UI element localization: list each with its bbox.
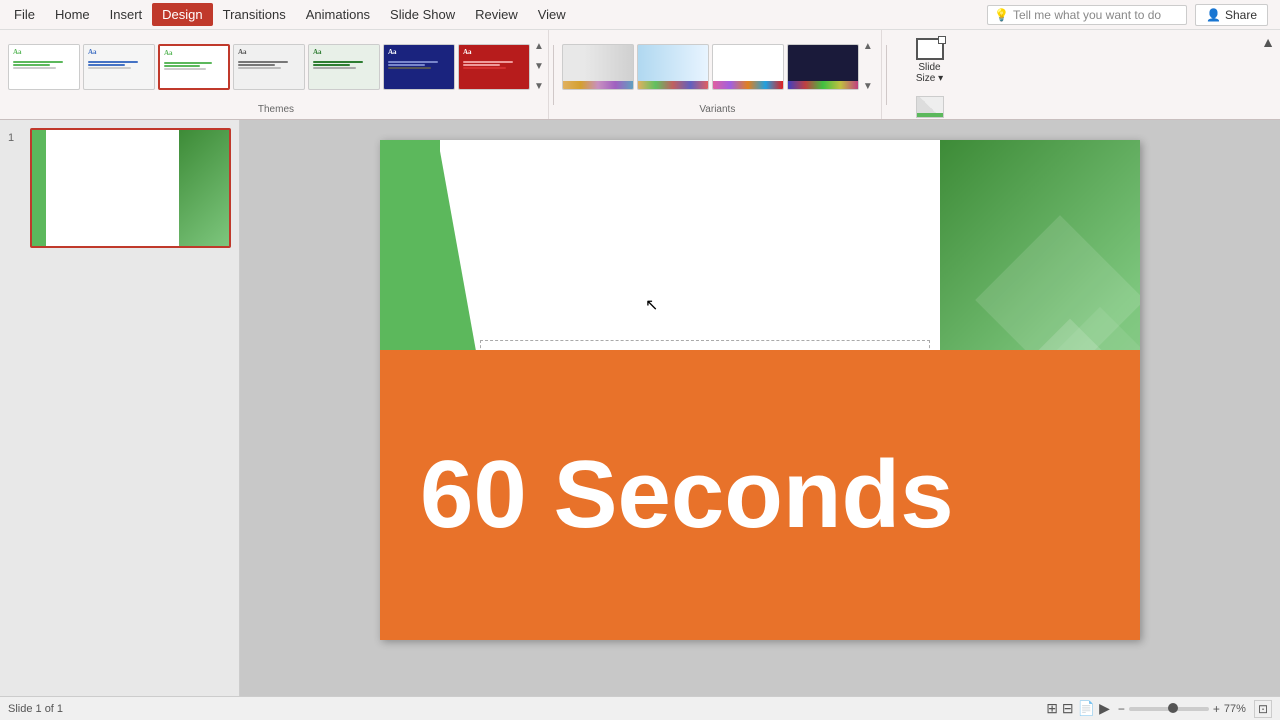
- variant-1[interactable]: [562, 44, 634, 90]
- thumb-green-bar: [32, 130, 46, 246]
- menu-review[interactable]: Review: [465, 3, 528, 26]
- gallery-scroll: ▲ ▼ ▼: [534, 42, 544, 92]
- scroll-more-button[interactable]: ▼: [534, 82, 544, 92]
- zoom-slider[interactable]: [1129, 707, 1209, 711]
- slide-canvas: Click to add title subtitle 60 Seconds: [380, 140, 1140, 640]
- reading-view-button[interactable]: 📄: [1078, 700, 1095, 717]
- variant-gallery: [562, 44, 859, 90]
- menu-animations[interactable]: Animations: [296, 3, 380, 26]
- slide-size-icon: [916, 38, 944, 60]
- zoom-level: 77%: [1224, 703, 1246, 715]
- slide-panel: 1: [0, 120, 240, 720]
- person-icon: 👤: [1206, 8, 1221, 22]
- ribbon-collapse-area: ▲: [1260, 30, 1276, 119]
- slide-item-1[interactable]: 1: [8, 128, 231, 248]
- variants-gallery: ▲ ▼: [562, 34, 873, 100]
- scroll-up-button[interactable]: ▲: [534, 42, 544, 52]
- ribbon-collapse-button[interactable]: ▲: [1260, 34, 1276, 50]
- theme-7[interactable]: Aa: [458, 44, 530, 90]
- search-area: 💡 Tell me what you want to do 👤 Share: [987, 4, 1276, 26]
- slide-number: 1: [8, 128, 24, 144]
- slide-thumb-inner: [32, 130, 229, 246]
- variant-scroll-up[interactable]: ▲: [863, 42, 873, 52]
- orange-overlay: 60 Seconds: [380, 350, 1140, 640]
- share-button[interactable]: 👤 Share: [1195, 4, 1268, 26]
- theme-6[interactable]: Aa: [383, 44, 455, 90]
- themes-label: Themes: [258, 100, 294, 115]
- menu-file[interactable]: File: [4, 3, 45, 26]
- slideshow-button[interactable]: ▶: [1099, 700, 1110, 717]
- menu-bar: File Home Insert Design Transitions Anim…: [0, 0, 1280, 30]
- format-background-bar-icon: [917, 113, 943, 117]
- variant-4[interactable]: [787, 44, 859, 90]
- normal-view-button[interactable]: ⊞: [1046, 700, 1058, 717]
- customize-section: SlideSize ▾ FormatBackground Customize: [891, 30, 972, 119]
- slide-sorter-button[interactable]: ⊟: [1062, 700, 1074, 717]
- menu-transitions[interactable]: Transitions: [213, 3, 296, 26]
- variant-2[interactable]: [637, 44, 709, 90]
- variants-divider: [886, 45, 887, 105]
- canvas-area[interactable]: Click to add title subtitle 60 Seconds ↖: [240, 120, 1280, 720]
- menu-view[interactable]: View: [528, 3, 576, 26]
- thumb-green-right: [179, 130, 229, 246]
- search-box[interactable]: 💡 Tell me what you want to do: [987, 5, 1187, 25]
- ribbon: Aa Aa: [0, 30, 1280, 120]
- overlay-text: 60 Seconds: [420, 440, 954, 550]
- format-background-icon: [916, 96, 944, 118]
- menu-insert[interactable]: Insert: [100, 3, 153, 26]
- variants-label: Variants: [699, 100, 735, 115]
- zoom-area: − + 77%: [1118, 702, 1246, 716]
- variant-scroll-down[interactable]: ▼: [863, 82, 873, 92]
- status-right: ⊞ ⊟ 📄 ▶ − + 77% ⊡: [1046, 700, 1272, 718]
- slide-size-button[interactable]: SlideSize ▾: [895, 34, 964, 88]
- fit-slide-button[interactable]: ⊡: [1254, 700, 1272, 718]
- menu-design[interactable]: Design: [152, 3, 212, 26]
- main-area: 1: [0, 120, 1280, 720]
- menu-home[interactable]: Home: [45, 3, 100, 26]
- themes-divider: [553, 45, 554, 105]
- scroll-down-button[interactable]: ▼: [534, 62, 544, 72]
- search-placeholder: Tell me what you want to do: [1013, 8, 1161, 22]
- variant-scroll: ▲ ▼: [863, 42, 873, 92]
- themes-gallery: Aa Aa: [8, 34, 544, 100]
- themes-section: Aa Aa: [4, 30, 549, 119]
- cursor-indicator: [82, 160, 86, 164]
- zoom-minus-button[interactable]: −: [1118, 702, 1125, 716]
- lightbulb-icon: 💡: [994, 8, 1009, 22]
- zoom-thumb: [1168, 703, 1178, 713]
- zoom-plus-button[interactable]: +: [1213, 702, 1220, 716]
- resize-handle-icon: [938, 36, 946, 44]
- share-label: Share: [1225, 8, 1257, 22]
- theme-2[interactable]: Aa: [83, 44, 155, 90]
- slide-info: Slide 1 of 1: [8, 703, 63, 715]
- theme-3[interactable]: Aa: [158, 44, 230, 90]
- variant-3[interactable]: [712, 44, 784, 90]
- theme-5[interactable]: Aa: [308, 44, 380, 90]
- view-buttons: ⊞ ⊟ 📄 ▶: [1046, 700, 1110, 717]
- theme-gallery: Aa Aa: [8, 44, 530, 90]
- theme-1[interactable]: Aa: [8, 44, 80, 90]
- theme-4[interactable]: Aa: [233, 44, 305, 90]
- slide-thumbnail[interactable]: [30, 128, 231, 248]
- menu-slideshow[interactable]: Slide Show: [380, 3, 465, 26]
- variants-section: ▲ ▼ Variants: [558, 30, 882, 119]
- slide-size-label: SlideSize ▾: [916, 62, 943, 84]
- status-bar: Slide 1 of 1 ⊞ ⊟ 📄 ▶ − + 77% ⊡: [0, 696, 1280, 720]
